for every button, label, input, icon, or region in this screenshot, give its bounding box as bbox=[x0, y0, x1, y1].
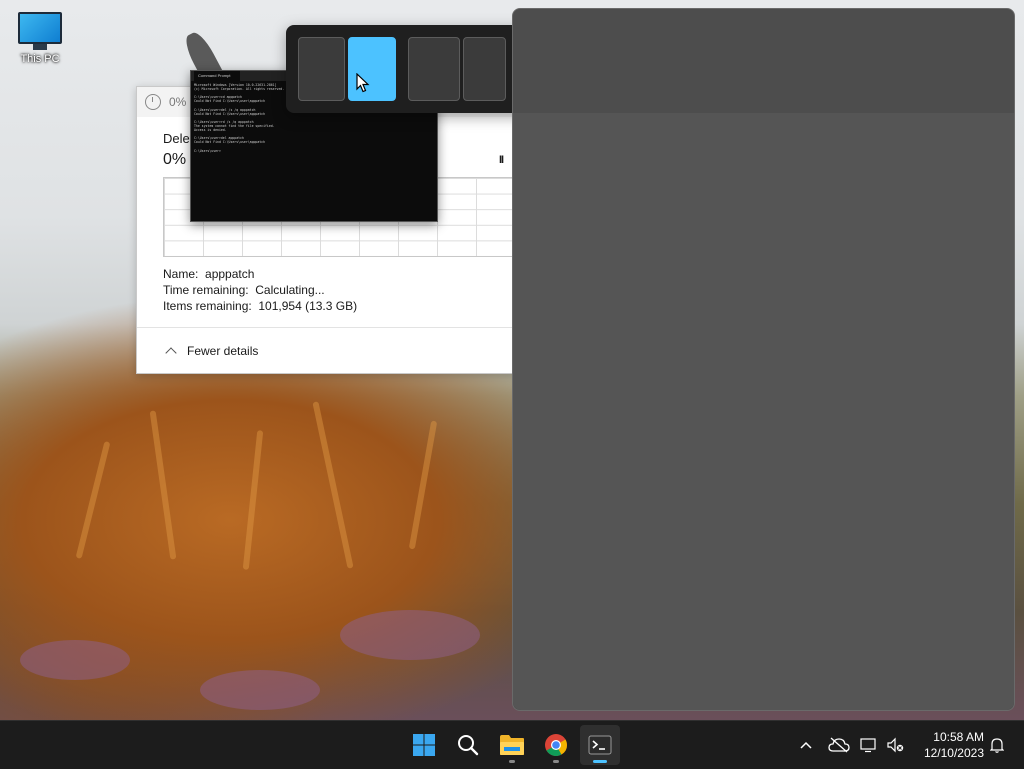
wallpaper-fur bbox=[149, 410, 177, 560]
snap-preview-fill bbox=[513, 113, 1014, 710]
terminal-tab[interactable]: Command Prompt bbox=[194, 71, 241, 81]
snap-zone-half-left[interactable] bbox=[298, 37, 345, 101]
wallpaper-fur bbox=[75, 441, 111, 559]
fewer-details-label: Fewer details bbox=[187, 344, 259, 358]
terminal-icon bbox=[588, 735, 612, 755]
mouse-cursor-icon bbox=[356, 73, 370, 93]
bell-icon bbox=[990, 738, 1004, 753]
chrome-icon bbox=[545, 734, 567, 756]
network-button[interactable] bbox=[858, 721, 880, 769]
this-pc-icon bbox=[18, 12, 62, 44]
search-button[interactable] bbox=[448, 725, 488, 765]
notifications-button[interactable] bbox=[986, 721, 1008, 769]
running-indicator bbox=[509, 760, 515, 763]
wallpaper-heather bbox=[200, 670, 320, 710]
name-value: apppatch bbox=[205, 267, 255, 281]
clock-time: 10:58 AM bbox=[933, 730, 984, 744]
time-remaining-row: Time remaining: Calculating... bbox=[163, 283, 325, 297]
items-remaining-value: 101,954 (13.3 GB) bbox=[258, 299, 358, 313]
snap-zone-narrow-right[interactable] bbox=[463, 37, 506, 101]
monitor-stand bbox=[33, 44, 47, 50]
chrome-button[interactable] bbox=[536, 725, 576, 765]
time-remaining-value: Calculating... bbox=[255, 283, 325, 297]
running-indicator bbox=[553, 760, 559, 763]
clock-date: 12/10/2023 bbox=[923, 746, 984, 760]
terminal-button[interactable] bbox=[580, 725, 620, 765]
fewer-details-button[interactable]: Fewer details bbox=[165, 344, 259, 359]
folder-icon bbox=[500, 735, 524, 755]
onedrive-button[interactable] bbox=[826, 721, 852, 769]
volume-button[interactable] bbox=[884, 721, 906, 769]
desktop-icon-this-pc[interactable]: This PC bbox=[14, 10, 66, 65]
name-label: Name: bbox=[163, 267, 199, 281]
search-icon bbox=[458, 735, 479, 756]
name-row: Name: apppatch bbox=[163, 267, 254, 281]
wallpaper-fur bbox=[242, 430, 264, 570]
cloud-off-icon bbox=[828, 737, 850, 753]
chevron-up-icon bbox=[165, 346, 177, 359]
wallpaper-heather bbox=[340, 610, 480, 660]
show-hidden-icons-button[interactable] bbox=[796, 721, 816, 769]
progress-clock-icon bbox=[145, 94, 161, 110]
percent-complete: 0% bbox=[163, 151, 187, 168]
operation-label: Delet bbox=[163, 131, 194, 146]
active-indicator bbox=[593, 760, 607, 763]
items-remaining-label: Items remaining: bbox=[163, 299, 252, 313]
file-explorer-button[interactable] bbox=[492, 725, 532, 765]
windows-logo-icon bbox=[413, 734, 435, 756]
speaker-muted-icon bbox=[887, 737, 904, 753]
wallpaper-fur bbox=[408, 420, 438, 550]
start-button[interactable] bbox=[404, 725, 444, 765]
network-icon bbox=[860, 738, 876, 753]
wallpaper-fur bbox=[312, 401, 354, 569]
dialog-separator bbox=[137, 327, 517, 328]
time-remaining-label: Time remaining: bbox=[163, 283, 249, 297]
snap-zone-wide-left[interactable] bbox=[408, 37, 460, 101]
items-remaining-row: Items remaining: 101,954 (13.3 GB) bbox=[163, 299, 357, 313]
pause-button[interactable]: II bbox=[499, 154, 504, 166]
taskbar: 10:58 AM 12/10/2023 bbox=[0, 720, 1024, 769]
desktop-icon-label: This PC bbox=[20, 53, 60, 65]
clock-button[interactable]: 10:58 AM 12/10/2023 bbox=[912, 729, 984, 761]
chevron-up-icon bbox=[800, 741, 812, 749]
wallpaper-heather bbox=[20, 640, 130, 680]
